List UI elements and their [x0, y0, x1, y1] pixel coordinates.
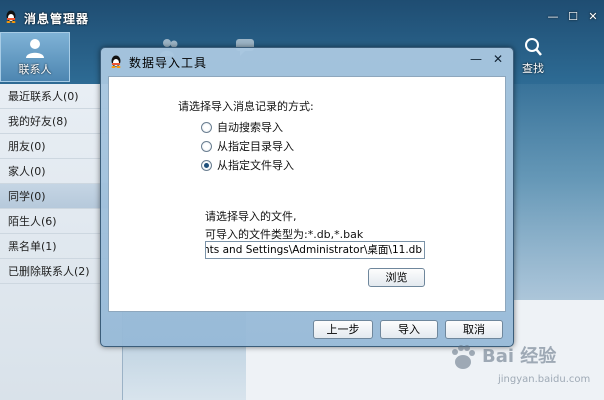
previous-step-button[interactable]: 上一步: [313, 320, 373, 339]
file-types-hint: 可导入的文件类型为:*.db,*.bak: [205, 228, 364, 241]
radio-button[interactable]: [201, 121, 212, 133]
import-button[interactable]: 导入: [380, 320, 438, 339]
baidu-paw-icon: [452, 345, 475, 369]
dialog-titlebar[interactable]: 数据导入工具 — ✕: [101, 48, 513, 74]
import-method-prompt: 请选择导入消息记录的方式:: [178, 100, 314, 113]
option-from-directory[interactable]: 从指定目录导入: [201, 138, 294, 154]
file-select-prompt: 请选择导入的文件,: [205, 210, 297, 223]
maximize-button[interactable]: ☐: [566, 11, 580, 23]
watermark-text: Bai 经验: [482, 346, 557, 367]
radio-button[interactable]: [201, 140, 212, 152]
option-label: 自动搜索导入: [217, 121, 283, 134]
baidu-jingyan-watermark: Bai 经验 jingyan.baidu.com: [446, 338, 596, 398]
radio-button-checked[interactable]: [201, 159, 212, 171]
main-window-controls: — ☐ ✕: [546, 11, 600, 23]
toolbar-contacts-label: 联系人: [18, 63, 52, 76]
browse-button[interactable]: 浏览: [368, 268, 425, 287]
file-path-value: C:\Documents and Settings\Administrator\…: [206, 244, 422, 256]
dialog-controls: — ✕: [469, 52, 505, 66]
qq-penguin-icon: [6, 10, 16, 23]
minimize-button[interactable]: —: [546, 11, 560, 23]
option-from-file[interactable]: 从指定文件导入: [201, 157, 294, 173]
file-path-input[interactable]: C:\Documents and Settings\Administrator\…: [205, 241, 425, 259]
toolbar-contacts-button[interactable]: 联系人: [0, 32, 70, 82]
main-titlebar[interactable]: 消息管理器 — ☐ ✕: [0, 0, 604, 30]
search-icon: [525, 38, 542, 56]
toolbar-find-label: 查找: [522, 62, 544, 75]
option-label: 从指定目录导入: [217, 140, 294, 153]
option-auto-search[interactable]: 自动搜索导入: [201, 119, 283, 135]
main-window-title: 消息管理器: [24, 12, 90, 26]
dialog-body: 请选择导入消息记录的方式: 自动搜索导入 从指定目录导入 从指定文件导入 请选择…: [108, 76, 506, 312]
watermark-url: jingyan.baidu.com: [498, 374, 591, 385]
dialog-minimize-button[interactable]: —: [469, 52, 483, 66]
option-label: 从指定文件导入: [217, 159, 294, 172]
contact-person-icon: [26, 39, 44, 58]
cancel-button[interactable]: 取消: [445, 320, 503, 339]
qq-penguin-icon: [111, 55, 121, 68]
data-import-dialog: 数据导入工具 — ✕ 请选择导入消息记录的方式: 自动搜索导入 从指定目录导入 …: [100, 47, 514, 347]
dialog-title: 数据导入工具: [129, 56, 208, 70]
dialog-close-button[interactable]: ✕: [491, 52, 505, 66]
close-button[interactable]: ✕: [586, 11, 600, 23]
toolbar-find-button[interactable]: 查找: [508, 32, 558, 82]
